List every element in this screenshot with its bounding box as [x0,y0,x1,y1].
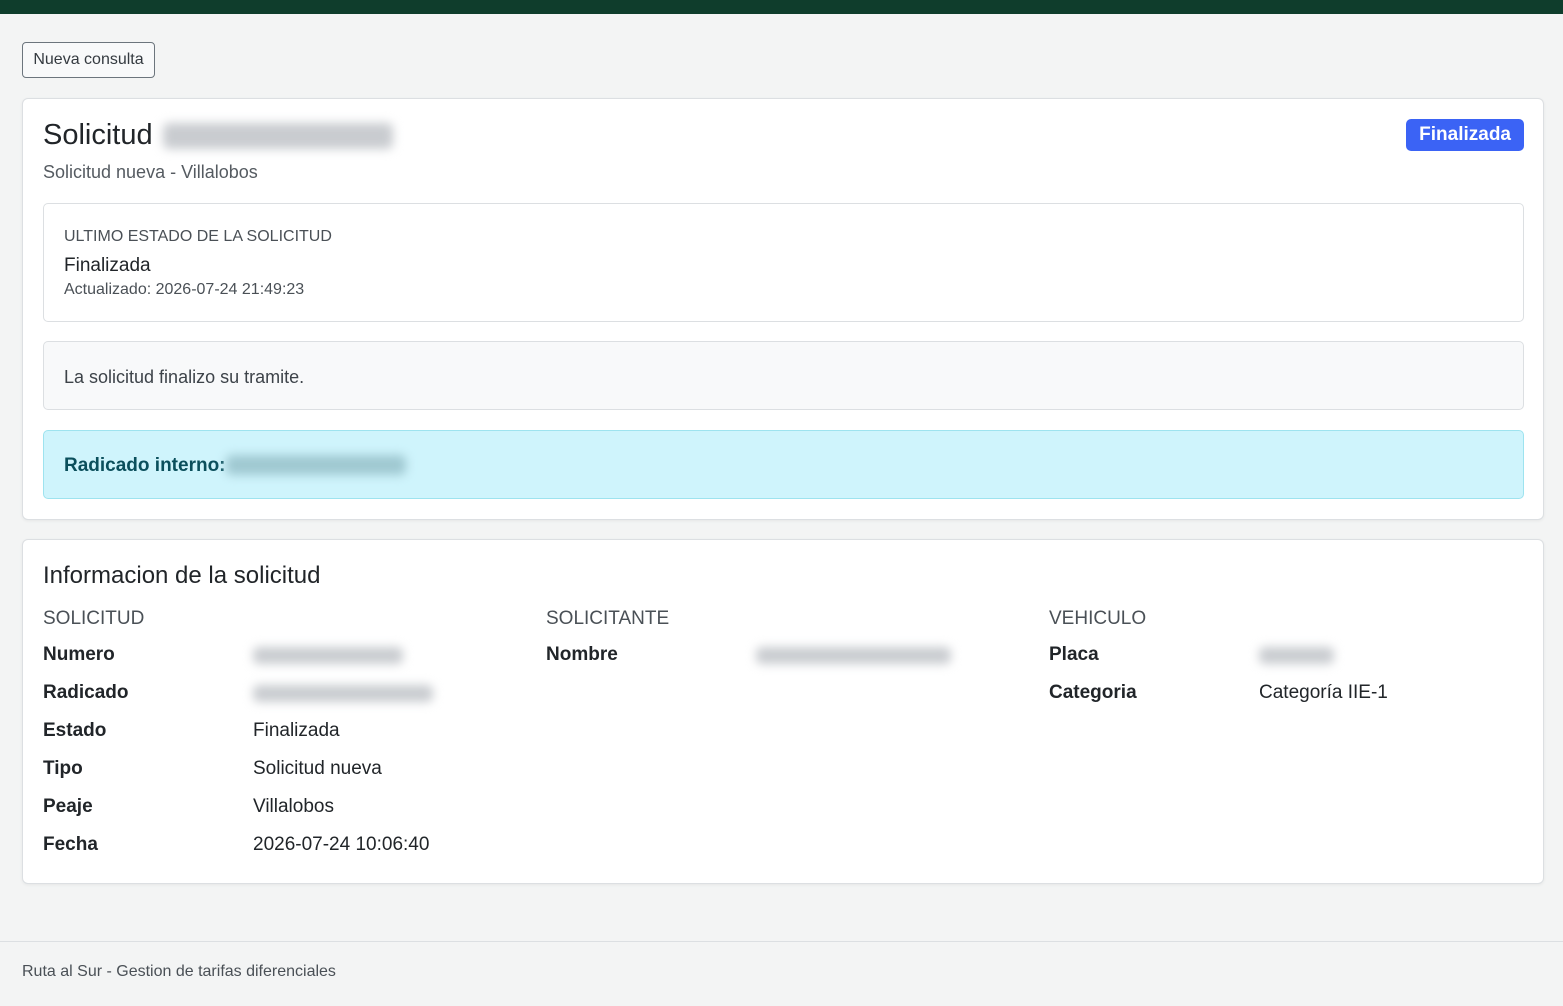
internal-filing-alert: Radicado interno: [43,430,1524,499]
request-card: Solicitud Solicitud nueva - Villalobos F… [22,98,1544,520]
field-row: Categoria Categoría IIE-1 [1049,682,1519,720]
field-row: Fecha 2026-07-24 10:06:40 [43,834,513,872]
status-panel: ULTIMO ESTADO DE LA SOLICITUD Finalizada… [43,203,1524,322]
field-key: Nombre [546,644,618,665]
field-row: Nombre [546,644,1016,682]
status-badge: Finalizada [1406,119,1524,151]
solicitud-column: SOLICITUD Numero Radicado Estado Finaliz… [43,608,513,872]
solicitante-column: SOLICITANTE Nombre [546,608,1016,682]
field-key: Tipo [43,758,83,779]
field-key: Fecha [43,834,98,855]
status-updated: Actualizado: 2026-07-24 21:49:23 [64,281,305,298]
solicitud-heading: SOLICITUD [43,608,145,629]
redacted-internal-filing [226,455,406,475]
field-key: Estado [43,720,107,741]
redacted-placa [1259,647,1334,664]
field-row: Placa [1049,644,1519,682]
field-key: Placa [1049,644,1099,665]
footer-divider [0,941,1563,942]
field-key: Peaje [43,796,93,817]
field-value: 2026-07-24 10:06:40 [253,834,430,855]
redacted-numero [253,647,403,664]
field-row: Estado Finalizada [43,720,513,758]
redacted-radicado [253,685,433,702]
field-key: Categoria [1049,682,1137,703]
field-key: Radicado [43,682,129,703]
field-row: Peaje Villalobos [43,796,513,834]
request-subtitle: Solicitud nueva - Villalobos [43,162,258,182]
footer-text: Ruta al Sur - Gestion de tarifas diferen… [22,963,336,980]
status-label: ULTIMO ESTADO DE LA SOLICITUD [64,228,332,245]
field-key: Numero [43,644,115,665]
request-info-card: Informacion de la solicitud SOLICITUD Nu… [22,539,1544,884]
field-row: Numero [43,644,513,682]
field-value: Categoría IIE-1 [1259,682,1388,703]
vehiculo-column: VEHICULO Placa Categoria Categoría IIE-1 [1049,608,1519,720]
field-value: Villalobos [253,796,334,817]
request-title-label: Solicitud [43,119,153,151]
section-title: Informacion de la solicitud [43,562,321,589]
message-text: La solicitud finalizo su tramite. [64,367,305,387]
status-value: Finalizada [64,255,151,276]
solicitante-heading: SOLICITANTE [546,608,670,629]
redacted-nombre [756,647,951,664]
top-bar [0,0,1563,14]
redacted-request-id [162,123,393,150]
request-title: Solicitud [43,119,393,152]
field-row: Radicado [43,682,513,720]
internal-filing-label: Radicado interno: [64,455,226,476]
field-value: Finalizada [253,720,340,741]
field-row: Tipo Solicitud nueva [43,758,513,796]
field-value: Solicitud nueva [253,758,382,779]
new-query-button[interactable]: Nueva consulta [22,42,155,78]
vehiculo-heading: VEHICULO [1049,608,1147,629]
message-panel: La solicitud finalizo su tramite. [43,341,1524,410]
